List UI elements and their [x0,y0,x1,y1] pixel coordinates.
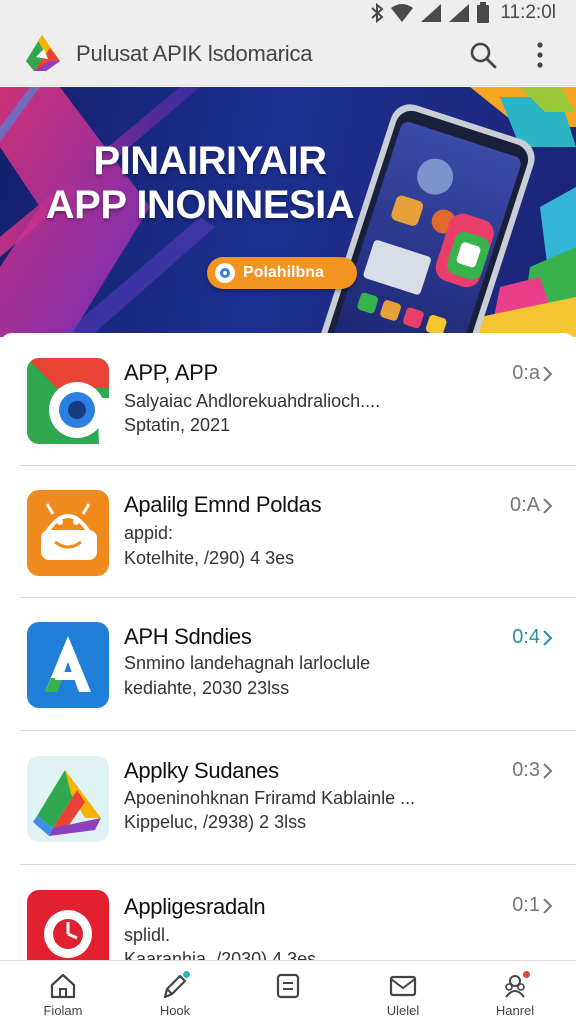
app-meta: Kotelhite, /290) 4 3es [124,548,295,568]
cta-circle-icon [215,263,235,283]
search-button[interactable] [466,38,500,72]
banner-title-line2: APP INONNESIA [45,183,355,227]
chevron-right-icon [543,897,553,914]
chevron-right-icon [543,365,553,382]
nav-label: Hook [159,1003,191,1018]
home-icon [50,973,76,999]
badge-dot [523,971,530,978]
nav-list[interactable] [243,971,333,1024]
nav-label: Ulelel [386,1003,420,1018]
app-name: Applky Sudanes [124,758,279,783]
app-description: Salyaiac Ahdlorekuahdralioch.... [124,391,381,411]
nav-label: Hanrel [495,1003,535,1018]
nav-people[interactable]: Hanrel [470,971,560,1024]
bottom-navigation: Fiolam Hook Ulelel Hanrel [0,960,576,1024]
app-description: Snmino landehagnah larloclule [124,653,371,673]
banner-title-line1: PINAIRIYAIR [93,139,327,183]
app-meta: Kippeluc, /2938) 2 3lss [124,812,307,832]
app-meta: Kaaranhia, /2030) 4 3es [124,949,317,960]
chevron-right-icon [543,629,553,646]
banner-cta-label: Polahilbna [243,264,324,281]
app-name: APP, APP [124,360,218,385]
app-version-label: 0:1 [512,894,540,916]
mail-icon [389,975,417,997]
pen-icon [160,971,190,1001]
appstore-a-icon [27,622,109,708]
red-app-icon [27,890,109,960]
nav-label: Fiolam [43,1003,83,1018]
app-version: 0:A [510,494,554,517]
app-version: 0:3 [512,759,554,782]
app-version: 0:a [512,362,554,385]
list-icon [276,973,300,999]
app-meta: kediahte, 2030 23lss [124,678,290,698]
app-description: splidl. [124,925,171,945]
status-bar: 11:2:0l [0,0,576,26]
app-name: Apalilg Emnd Poldas [124,492,322,517]
chrome-icon [27,358,109,444]
wifi-icon [391,4,414,22]
list-item[interactable]: Apalilg Emnd Poldas appid: Kotelhite, /2… [0,466,576,598]
app-name: Appligesradaln [124,894,266,919]
search-icon [470,42,497,69]
promo-banner[interactable]: PINAIRIYAIR APP INONNESIA Polahilbna [0,87,576,337]
chevron-right-icon [543,497,553,514]
list-item[interactable]: Appligesradaln splidl. Kaaranhia, /2030)… [0,865,576,960]
more-options-button[interactable] [526,38,554,72]
chevron-right-icon [543,762,553,779]
app-meta: Sptatin, 2021 [124,415,231,435]
list-item[interactable]: APP, APP Salyaiac Ahdlorekuahdralioch...… [0,333,576,465]
app-description: appid: [124,523,174,543]
android-icon [27,490,109,576]
nav-home[interactable]: Fiolam [18,971,108,1024]
app-list: APP, APP Salyaiac Ahdlorekuahdralioch...… [0,333,576,960]
banner-title: PINAIRIYAIR APP INONNESIA [0,139,400,227]
app-bar: Pulusat APIK lsdomarica [0,26,576,86]
signal-icon [421,4,442,22]
app-version-label: 0:4 [512,626,540,648]
more-vert-icon [537,42,543,68]
bluetooth-icon [371,3,384,23]
app-version: 0:1 [512,894,554,917]
people-icon [500,971,530,1001]
status-time: 11:2:0l [500,2,556,23]
app-name: APH Sdndies [124,624,252,649]
status-icons: 11:2:0l [370,2,556,24]
triangle-logo-icon [27,756,109,842]
list-item[interactable]: Applky Sudanes Apoeninohknan Friramd Kab… [0,731,576,863]
app-version-label: 0:3 [512,759,540,781]
app-version-label: 0:a [512,362,540,384]
banner-cta-button[interactable]: Polahilbna [207,257,357,289]
nav-mail[interactable]: Ulelel [358,971,448,1024]
badge-dot [183,971,190,978]
app-version-label: 0:A [509,494,540,516]
list-item[interactable]: APH Sdndies Snmino landehagnah larloclul… [0,598,576,730]
signal-2-icon [449,4,470,22]
nav-hook[interactable]: Hook [130,971,220,1024]
battery-icon [477,2,490,23]
app-description: Apoeninohknan Friramd Kablainle ... [124,788,416,808]
app-title: Pulusat APIK lsdomarica [76,41,313,66]
app-version: 0:4 [512,626,554,649]
app-logo-icon [26,35,60,71]
